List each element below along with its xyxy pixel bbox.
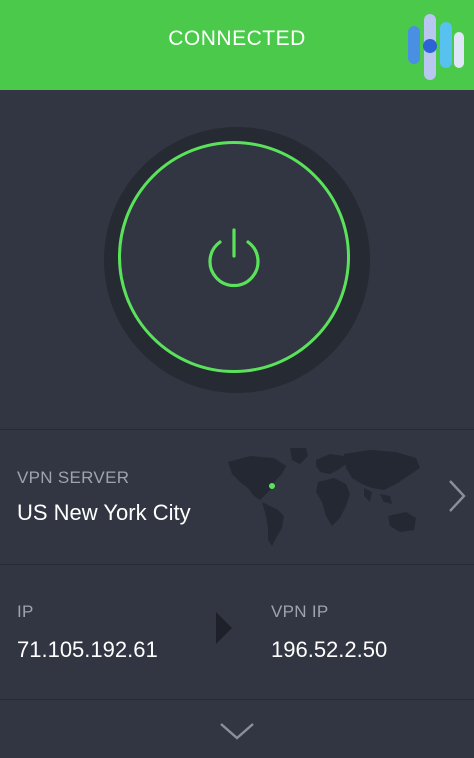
vpn-server-location: US New York City (17, 500, 191, 525)
arrow-right-icon (216, 612, 232, 644)
power-icon (208, 228, 260, 288)
status-header: CONNECTED (0, 0, 474, 90)
ip-value: 71.105.192.61 (17, 637, 158, 662)
vpn-server-label: VPN SERVER (17, 468, 130, 487)
ip-label: IP (17, 602, 34, 621)
vpn-ip-value: 196.52.2.50 (271, 637, 388, 662)
ip-info-row: IP 71.105.192.61 VPN IP 196.52.2.50 (0, 565, 474, 699)
vpn-ip-label: VPN IP (271, 602, 329, 621)
vpn-server-selector[interactable]: VPN SERVER US New York City (0, 430, 474, 564)
world-map (228, 448, 420, 546)
power-area (0, 90, 474, 428)
connection-status: CONNECTED (168, 27, 306, 50)
power-button[interactable] (118, 141, 350, 373)
security-org-logo (408, 14, 464, 80)
chevron-right-icon (449, 480, 466, 512)
divider (0, 699, 474, 700)
chevron-down-icon[interactable] (217, 718, 257, 746)
